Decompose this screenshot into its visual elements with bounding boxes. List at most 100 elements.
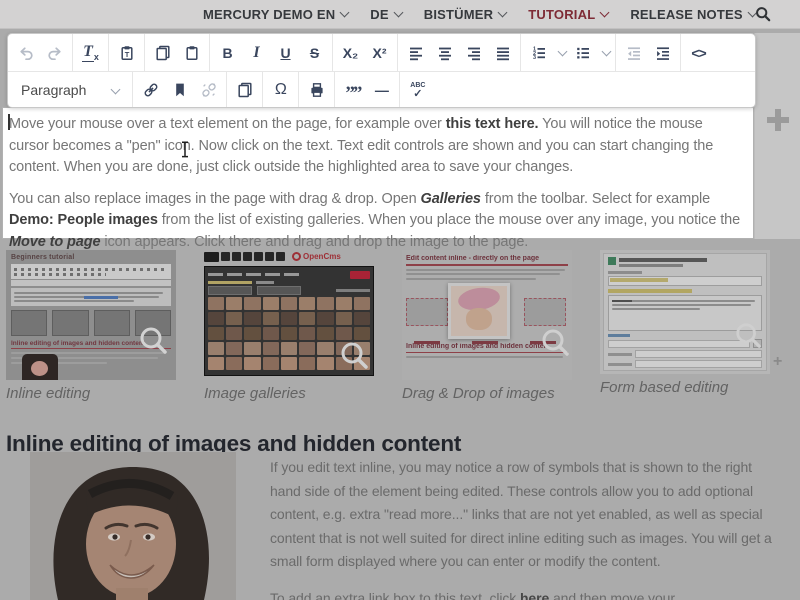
figure-caption: Form based editing (600, 379, 770, 396)
face-tile (208, 312, 224, 325)
horizontal-rule-button[interactable]: — (367, 76, 396, 103)
text-run: from the toolbar. Select for example (481, 191, 710, 207)
zoom-magnifier-icon (734, 322, 762, 350)
face-tile (244, 342, 260, 355)
search-button[interactable] (755, 6, 771, 27)
spellcheck-button[interactable]: ABC✓ (403, 76, 432, 103)
subscript-button[interactable]: X₂ (336, 39, 365, 66)
thumbnail-drag-drop[interactable]: Edit content inline - directly on the pa… (402, 250, 572, 380)
nav-item-label: BISTÜMER (424, 7, 494, 22)
print-icon (309, 82, 325, 98)
face-tile (336, 297, 352, 310)
inline-edit-text-area[interactable]: Move your mouse over a text element on t… (2, 107, 754, 239)
face-tile (244, 312, 260, 325)
face-tile (244, 327, 260, 340)
nav-item-release-notes[interactable]: RELEASE NOTES (630, 7, 755, 22)
face-tile (354, 297, 370, 310)
anchor-button[interactable] (165, 76, 194, 103)
anchor-icon (172, 82, 188, 98)
text-run: Move to page (9, 234, 100, 250)
face-tile (299, 327, 315, 340)
align-left-button[interactable] (401, 39, 430, 66)
clear-formatting-sub: x (94, 52, 99, 62)
nav-item-label: TUTORIAL (528, 7, 595, 22)
face-tile (299, 357, 315, 370)
face-tile (317, 357, 333, 370)
figure-caption: Image galleries (204, 385, 374, 402)
align-center-button[interactable] (430, 39, 459, 66)
special-character-button[interactable]: Ω (266, 76, 295, 103)
copy-page-button[interactable] (230, 76, 259, 103)
print-button[interactable] (302, 76, 331, 103)
redo-icon (47, 45, 63, 61)
bold-button[interactable]: B (213, 39, 242, 66)
thumbnail-inline-editing[interactable]: Beginners tutorial Inline editing of ima… (6, 250, 176, 380)
gallery-breadcrumb (208, 281, 370, 284)
figure-caption: Drag & Drop of images (402, 385, 572, 402)
copy-button[interactable] (148, 39, 177, 66)
toolbar-row-1: TxTBIUSX₂X²123<> (8, 34, 755, 72)
thumb-toolbar-row2 (11, 280, 171, 286)
paste-as-text-icon: T (119, 45, 135, 61)
bullet-list-button[interactable] (568, 39, 597, 66)
thumbnail-image-galleries[interactable]: OpenCms (204, 250, 374, 380)
main-nav-items: MERCURY DEMO EN DE BISTÜMER TUTORIAL RELEASE… (203, 0, 756, 28)
editor-toolbar: TxTBIUSX₂X²123<> ParagraphΩ””—ABC✓ (7, 33, 756, 108)
paragraph-format-button[interactable]: Paragraph (11, 76, 129, 103)
redo-button[interactable] (40, 39, 69, 66)
insert-link-button[interactable] (136, 76, 165, 103)
copy-icon (155, 45, 171, 61)
chevron-down-icon[interactable] (602, 47, 612, 57)
nav-item-mercury-demo-en[interactable]: MERCURY DEMO EN (203, 7, 348, 22)
indent-button[interactable] (648, 39, 677, 66)
blockquote-button[interactable]: ”” (338, 72, 367, 107)
nav-item-de[interactable]: DE (370, 7, 401, 22)
nav-item-tutorial[interactable]: TUTORIAL (528, 7, 608, 22)
chevron-down-icon[interactable] (558, 47, 568, 57)
text-caret (8, 114, 10, 130)
thumbnail-form-editing[interactable] (600, 250, 770, 374)
add-content-button[interactable] (767, 109, 789, 131)
face-tile (317, 312, 333, 325)
text-run: Demo: People images (9, 212, 158, 228)
nav-item-bist-mer[interactable]: BISTÜMER (424, 7, 507, 22)
face-tile (317, 327, 333, 340)
italic-button[interactable]: I (242, 39, 271, 66)
superscript-button[interactable]: X² (365, 39, 394, 66)
outdent-button[interactable] (619, 39, 648, 66)
underline-button[interactable]: U (271, 39, 300, 66)
toolbar-group: X₂X² (333, 34, 398, 71)
thumb-title: Beginners tutorial (11, 254, 171, 261)
top-navigation-bar: MERCURY DEMO EN DE BISTÜMER TUTORIAL RELEASE… (0, 0, 800, 29)
face-tile (226, 312, 242, 325)
numbered-list-button[interactable]: 123 (524, 39, 553, 66)
source-code-button[interactable]: <> (684, 39, 713, 66)
face-tile (263, 342, 279, 355)
thumb-photo (22, 354, 58, 380)
edit-point-plus-icon[interactable]: + (773, 353, 782, 371)
here-link[interactable]: here (520, 590, 549, 600)
strikethrough-button[interactable]: S (300, 39, 329, 66)
toolbar-group (299, 72, 335, 107)
zoom-magnifier-icon (138, 326, 168, 356)
toolbar-group: BIUS (210, 34, 333, 71)
chevron-down-icon (340, 8, 350, 18)
clear-formatting-button[interactable]: Tx (76, 39, 105, 66)
figure-form-editing: Form based editing (600, 250, 770, 396)
align-right-button[interactable] (459, 39, 488, 66)
opencms-logo: OpenCms (292, 252, 341, 261)
paste-as-text-button[interactable]: T (112, 39, 141, 66)
figure-drag-drop: Edit content inline - directly on the pa… (402, 250, 572, 402)
indent-icon (655, 45, 671, 61)
nav-item-label: MERCURY DEMO EN (203, 7, 335, 22)
face-tile (226, 357, 242, 370)
remove-link-button[interactable] (194, 76, 223, 103)
align-justify-button[interactable] (488, 39, 517, 66)
chevron-down-icon (600, 8, 610, 18)
face-tile (354, 312, 370, 325)
face-tile (281, 357, 297, 370)
face-tile (244, 357, 260, 370)
undo-button[interactable] (11, 39, 40, 66)
thumb-form-panel (603, 253, 767, 371)
paste-button[interactable] (177, 39, 206, 66)
